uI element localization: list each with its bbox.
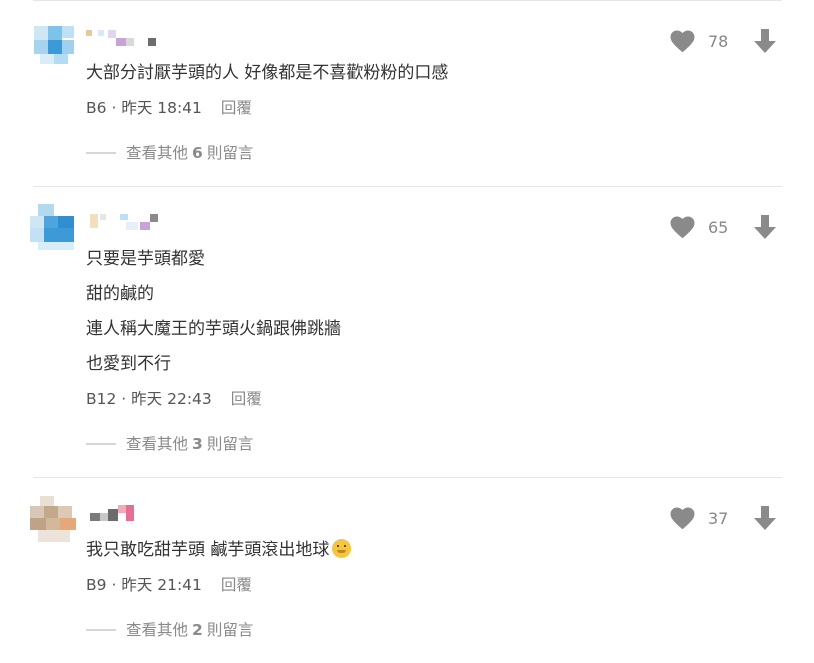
view-more-replies[interactable]: 查看其他 3 則留言 bbox=[86, 434, 253, 454]
timestamp: 昨天 18:41 bbox=[121, 99, 202, 117]
divider bbox=[33, 477, 782, 478]
reply-button[interactable]: 回覆 bbox=[221, 99, 252, 117]
comment-text: 也愛到不行 bbox=[86, 354, 171, 374]
view-more-replies[interactable]: 查看其他 6 則留言 bbox=[86, 143, 253, 163]
author-name[interactable] bbox=[86, 505, 156, 521]
reply-button[interactable]: 回覆 bbox=[231, 390, 262, 408]
heart-icon bbox=[670, 30, 695, 53]
down-arrow-icon[interactable] bbox=[753, 214, 777, 240]
avatar[interactable] bbox=[30, 20, 78, 68]
avatar[interactable] bbox=[30, 496, 78, 544]
floor-number: B9 bbox=[86, 576, 107, 594]
meta-separator: · bbox=[111, 99, 117, 117]
comment-text-content: 我只敢吃甜芋頭 鹹芋頭滾出地球 bbox=[86, 540, 330, 560]
smiling-face-emoji-icon bbox=[332, 539, 352, 558]
reply-button[interactable]: 回覆 bbox=[221, 576, 252, 594]
more-suffix: 則留言 bbox=[206, 621, 254, 639]
comment-text: 我只敢吃甜芋頭 鹹芋頭滾出地球 bbox=[86, 538, 352, 562]
comment-meta: B6 · 昨天 18:41 回覆 bbox=[86, 98, 252, 118]
more-suffix: 則留言 bbox=[206, 435, 254, 453]
more-prefix: 查看其他 bbox=[126, 435, 189, 453]
like-button[interactable]: 78 bbox=[669, 29, 732, 53]
down-arrow-icon[interactable] bbox=[753, 28, 777, 54]
comment-meta: B12 · 昨天 22:43 回覆 bbox=[86, 389, 262, 409]
like-count: 65 bbox=[708, 217, 729, 237]
timestamp: 昨天 22:43 bbox=[131, 390, 212, 408]
like-button[interactable]: 65 bbox=[669, 215, 732, 239]
comment-text: 只要是芋頭都愛 bbox=[86, 249, 205, 269]
down-arrow-icon[interactable] bbox=[753, 505, 777, 531]
divider-line bbox=[86, 443, 116, 445]
more-count: 2 bbox=[192, 621, 203, 639]
meta-separator: · bbox=[111, 576, 117, 594]
more-suffix: 則留言 bbox=[206, 144, 254, 162]
divider-line bbox=[86, 629, 116, 631]
comment-text: 甜的鹹的 bbox=[86, 284, 154, 304]
floor-number: B6 bbox=[86, 99, 107, 117]
like-count: 37 bbox=[708, 508, 729, 528]
timestamp: 昨天 21:41 bbox=[121, 576, 202, 594]
divider-line bbox=[86, 152, 116, 154]
heart-icon bbox=[670, 507, 695, 530]
divider bbox=[33, 0, 782, 1]
heart-icon bbox=[670, 216, 695, 239]
floor-number: B12 bbox=[86, 390, 117, 408]
meta-separator: · bbox=[121, 390, 127, 408]
author-name[interactable] bbox=[86, 214, 176, 230]
comment-text: 連人稱大魔王的芋頭火鍋跟佛跳牆 bbox=[86, 319, 341, 339]
like-count: 78 bbox=[708, 31, 729, 51]
like-button[interactable]: 37 bbox=[669, 506, 732, 530]
more-count: 6 bbox=[192, 144, 203, 162]
more-prefix: 查看其他 bbox=[126, 621, 189, 639]
comment-text: 大部分討厭芋頭的人 好像都是不喜歡粉粉的口感 bbox=[86, 63, 449, 83]
divider bbox=[33, 186, 782, 187]
view-more-replies[interactable]: 查看其他 2 則留言 bbox=[86, 620, 253, 640]
avatar[interactable] bbox=[30, 204, 78, 252]
more-count: 3 bbox=[192, 435, 203, 453]
author-name[interactable] bbox=[86, 30, 166, 46]
more-prefix: 查看其他 bbox=[126, 144, 189, 162]
comment-meta: B9 · 昨天 21:41 回覆 bbox=[86, 575, 252, 595]
